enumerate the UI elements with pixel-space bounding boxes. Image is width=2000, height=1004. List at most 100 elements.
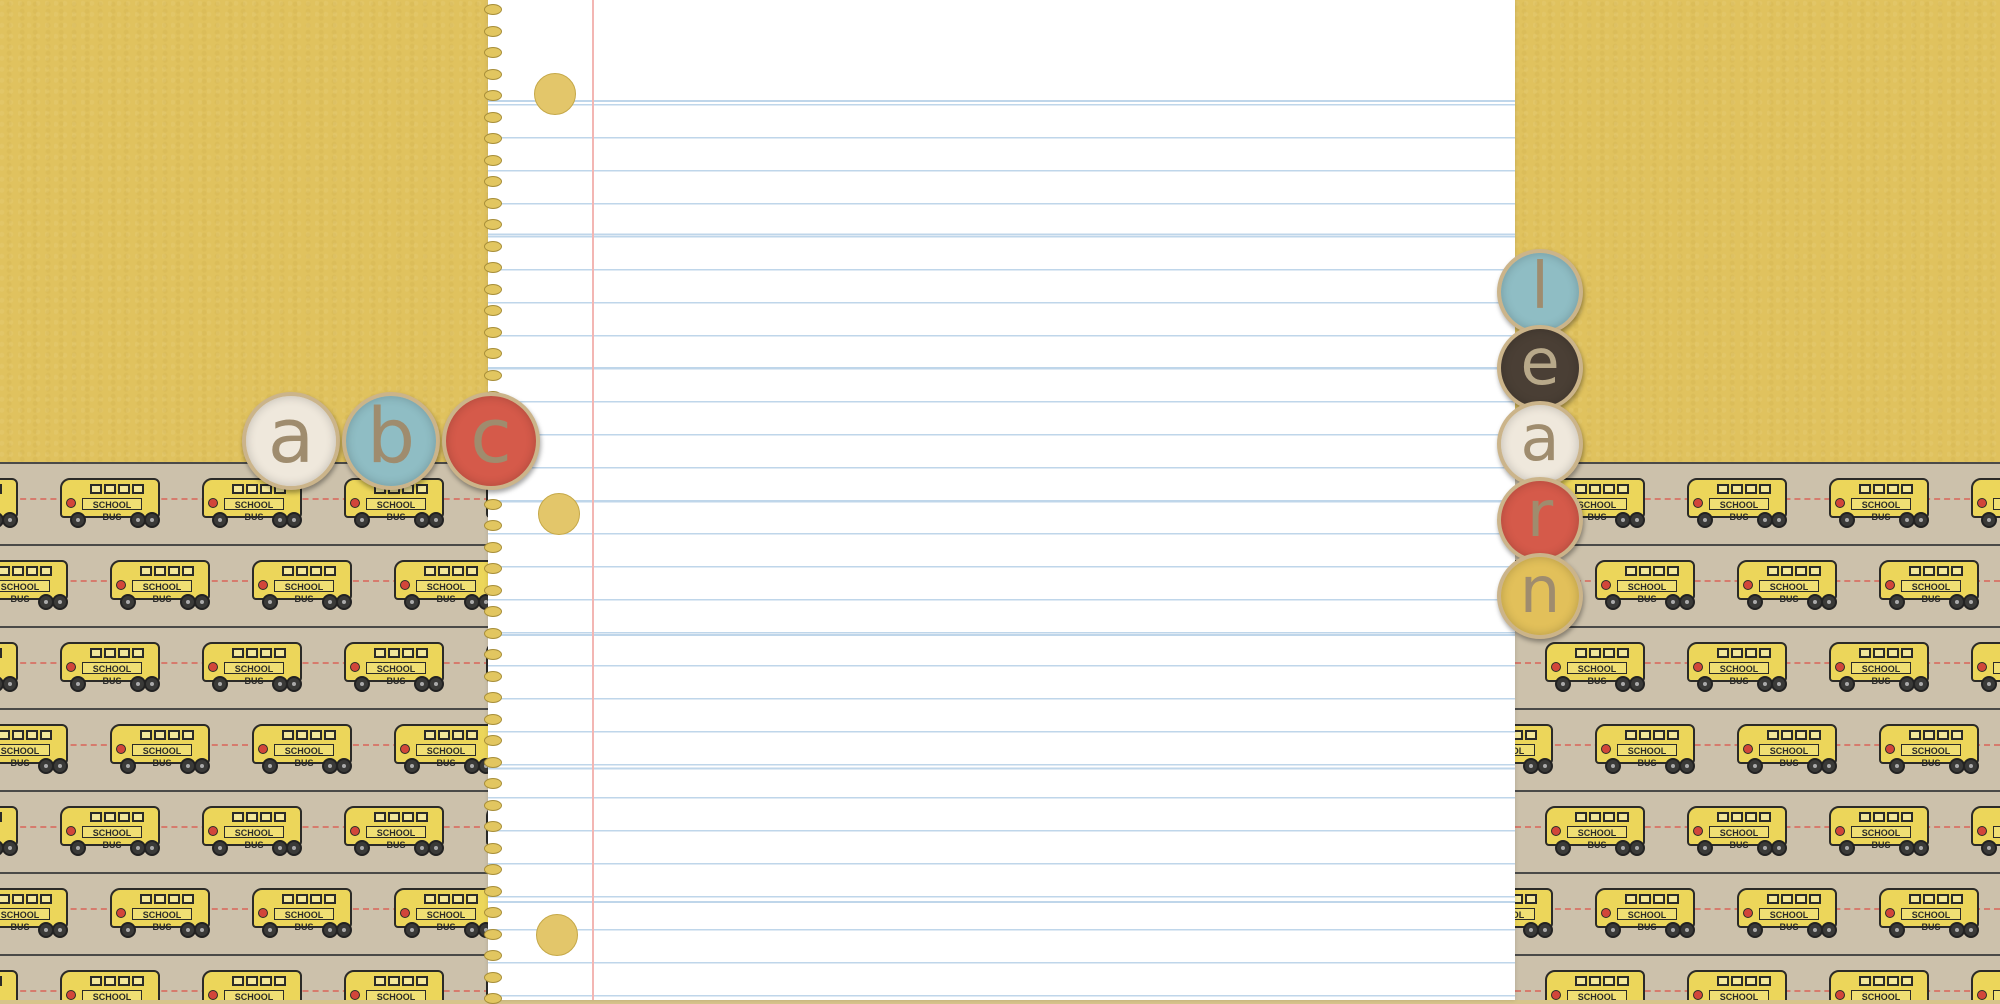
school-bus-icon: SCHOOL BUS [344,970,444,1000]
spiral-coil [484,606,502,617]
spiral-coil [484,68,502,80]
bus-row: SCHOOL BUSSCHOOL BUSSCHOOL BUSSCHOOL BUS… [0,626,490,710]
bus-label: SCHOOL BUS [1901,744,1961,768]
bus-row: SCHOOL BUSSCHOOL BUSSCHOOL BUSSCHOOL BUS… [1515,872,2000,956]
yellow-kraft-paper [1515,0,2000,462]
spiral-coil [484,584,502,596]
spiral-coil [484,283,502,295]
school-bus-icon: SCHOOL BUS [0,642,18,694]
bus-label: SCHOOL BUS [1759,744,1819,768]
ruled-lines [488,104,1515,1000]
bus-label: SCHOOL BUS [132,580,192,604]
school-bus-icon: SCHOOL BUS [1595,560,1695,612]
bus-label: SCHOOL BUS [1993,990,2000,1000]
yellow-kraft-paper [0,0,490,462]
bus-label: SCHOOL BUS [1617,580,1677,604]
spiral-coil [484,240,502,252]
school-bus-icon: SCHOOL BUS [252,888,352,940]
bus-label: SCHOOL BUS [416,908,476,932]
bus-label: SCHOOL BUS [1993,498,2000,510]
bus-label: SCHOOL BUS [1617,908,1677,932]
notebook-paper [484,0,1515,1004]
bus-label: SCHOOL BUS [1759,908,1819,932]
bus-label: SCHOOL BUS [1759,580,1819,604]
bus-label: SCHOOL BUS [1567,662,1627,686]
spiral-coil [484,713,502,725]
school-bus-icon: SCHOOL BUS [344,642,444,694]
bus-row: SCHOOL BUSSCHOOL BUSSCHOOL BUSSCHOOL BUS… [0,954,490,1000]
spiral-coil [484,219,502,230]
spiral-coil [484,541,502,553]
spiral-coil [484,176,502,187]
bus-label: SCHOOL BUS [1709,662,1769,686]
spiral-coil [484,907,502,918]
school-bus-icon: SCHOOL BUS [110,724,210,776]
school-bus-icon: SCHOOL BUS [60,970,160,1000]
school-bus-icon: SCHOOL BUS [1737,888,1837,940]
spiral-coil [484,133,502,144]
bus-label: SCHOOL BUS [82,990,142,1000]
bus-row: SCHOOL BUS SCHOOL BUS SCHOOL BUS SCHOOL BUS… [0,544,490,628]
bus-label: SCHOOL BUS [1851,990,1911,1000]
spiral-coil [484,154,502,166]
bus-label: SCHOOL BUS [416,580,476,604]
spiral-coil [484,756,502,768]
school-bus-icon: SCHOOL BUS [252,724,352,776]
bus-label: SCHOOL BUS [132,744,192,768]
bus-label: SCHOOL BUS [0,580,50,604]
bus-label: SCHOOL BUS [1993,662,2000,674]
spiral-coil [484,563,502,574]
spiral-coil [484,778,502,789]
punch-hole [538,493,580,535]
school-bus-icon: SCHOOL BUS [1829,642,1929,694]
school-bus-icon: SCHOOL BUS [1515,888,1553,940]
letter-sticker: l [1497,249,1583,335]
spiral-coil [484,692,502,703]
bus-label: SCHOOL BUS [132,908,192,932]
school-bus-icon: SCHOOL BUS [252,560,352,612]
spiral-coil [484,90,502,101]
bus-label: SCHOOL BUS [366,990,426,1000]
school-bus-icon: SCHOOL BUS [0,888,68,940]
spiral-coil [484,498,502,510]
punch-hole [534,73,576,115]
spiral-coil [484,735,502,746]
spiral-coil [484,627,502,639]
letter-sticker: a [1497,401,1583,487]
school-bus-icon: SCHOOL BUS [0,806,18,858]
left-background-panel: SCHOOL BUS SCHOOL BUS SCHOOL BUS SCHOOL BUS… [0,0,490,1000]
school-bus-icon: SCHOOL BUS [60,642,160,694]
bus-label: SCHOOL BUS [1567,826,1627,850]
bus-row: SCHOOL BUSSCHOOL BUSSCHOOL BUSSCHOOL BUS… [1515,462,2000,546]
bus-label: SCHOOL BUS [1515,908,1535,920]
spiral-coil [484,670,502,682]
bus-label: SCHOOL BUS [224,826,284,850]
bus-row: SCHOOL BUS SCHOOL BUS SCHOOL BUS SCHOOL BUS… [0,872,490,956]
letter-sticker: n [1497,553,1583,639]
punch-hole [536,914,578,956]
school-bus-icon: SCHOOL BUS [202,970,302,1000]
school-bus-icon: SCHOOL BUS [60,806,160,858]
school-bus-icon: SCHOOL BUS [0,478,18,530]
school-bus-icon: SCHOOL BUS [394,560,490,612]
school-bus-icon: SCHOOL BUS [110,560,210,612]
school-bus-icon: SCHOOL BUS [1971,970,2000,1000]
spiral-coil [484,348,502,359]
letter-sticker: e [1497,325,1583,411]
school-bus-icon: SCHOOL BUS [1879,560,1979,612]
school-bus-icon: SCHOOL BUS [1687,970,1787,1000]
spiral-coil [484,25,502,37]
spiral-coil [484,821,502,832]
spiral-coil [484,4,502,15]
bus-row: SCHOOL BUSSCHOOL BUSSCHOOL BUSSCHOOL BUS… [1515,708,2000,792]
bus-label: SCHOOL BUS [1901,580,1961,604]
spiral-coil [484,950,502,961]
school-bus-icon: SCHOOL BUS [1829,970,1929,1000]
bus-row: SCHOOL BUS SCHOOL BUS SCHOOL BUS SCHOOL BUS… [1515,626,2000,710]
bus-row: SCHOOL BUSSCHOOL BUSSCHOOL BUSSCHOOL BUS… [0,708,490,792]
spiral-coil [484,197,502,209]
bus-row: SCHOOL BUSSCHOOL BUSSCHOOL BUSSCHOOL BUS… [1515,954,2000,1000]
bus-label: SCHOOL BUS [366,662,426,686]
school-bus-icon: SCHOOL BUS [1687,642,1787,694]
school-bus-pattern-paper: SCHOOL BUS SCHOOL BUS SCHOOL BUS SCHOOL BUS… [0,462,490,1000]
